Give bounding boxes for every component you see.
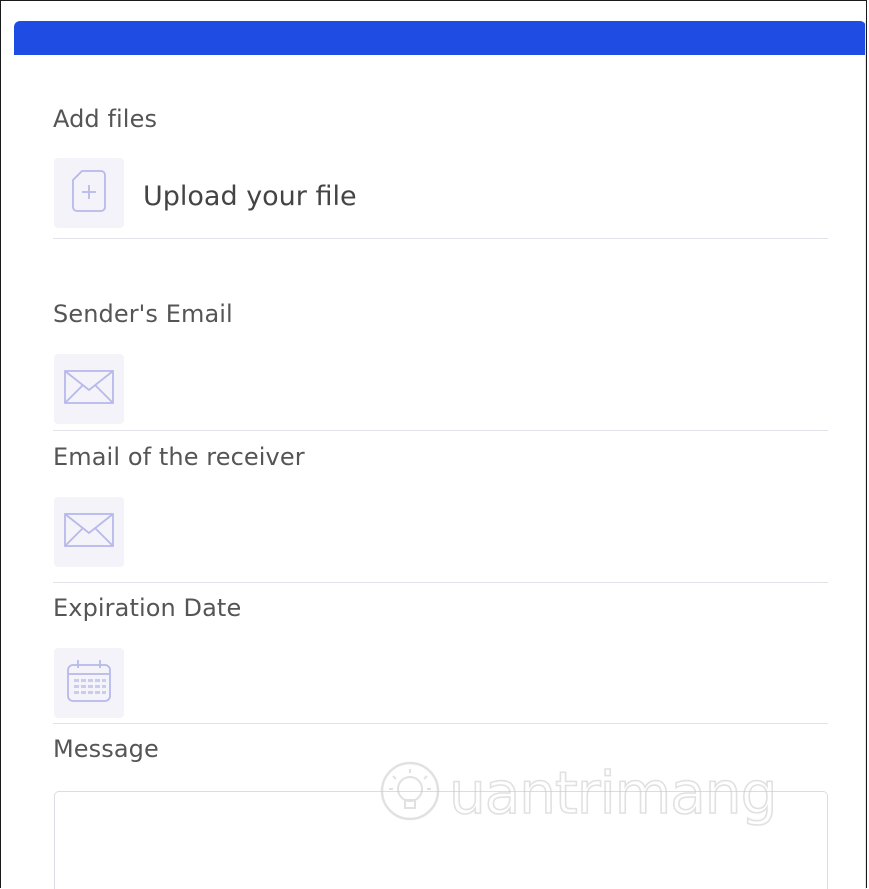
watermark-text: uantrimang: [448, 758, 778, 828]
file-transfer-form: Add files Upload your file Sender's Emai…: [14, 21, 866, 889]
envelope-icon: [64, 513, 114, 551]
lightbulb-logo-icon: [379, 760, 441, 826]
divider: [53, 238, 828, 239]
receiver-email-field-underline[interactable]: [53, 582, 828, 583]
watermark: uantrimang: [379, 758, 778, 828]
expiration-date-picker-button[interactable]: [54, 648, 124, 718]
form-header-bar: [14, 21, 865, 55]
sender-email-field-underline[interactable]: [53, 430, 828, 431]
receiver-email-icon-box: [54, 497, 124, 567]
receiver-email-label: Email of the receiver: [53, 443, 305, 471]
sender-email-icon-box: [54, 354, 124, 424]
envelope-icon: [64, 370, 114, 408]
upload-file-button[interactable]: [54, 158, 124, 228]
calendar-icon: [66, 659, 112, 707]
expiration-date-field-underline[interactable]: [53, 723, 828, 724]
window-frame: Add files Upload your file Sender's Emai…: [0, 0, 867, 889]
expiration-date-label: Expiration Date: [53, 594, 242, 622]
upload-file-text[interactable]: Upload your file: [143, 181, 357, 212]
add-files-label: Add files: [53, 105, 158, 133]
message-label: Message: [53, 735, 159, 763]
file-plus-icon: [71, 169, 107, 217]
sender-email-label: Sender's Email: [53, 300, 233, 328]
